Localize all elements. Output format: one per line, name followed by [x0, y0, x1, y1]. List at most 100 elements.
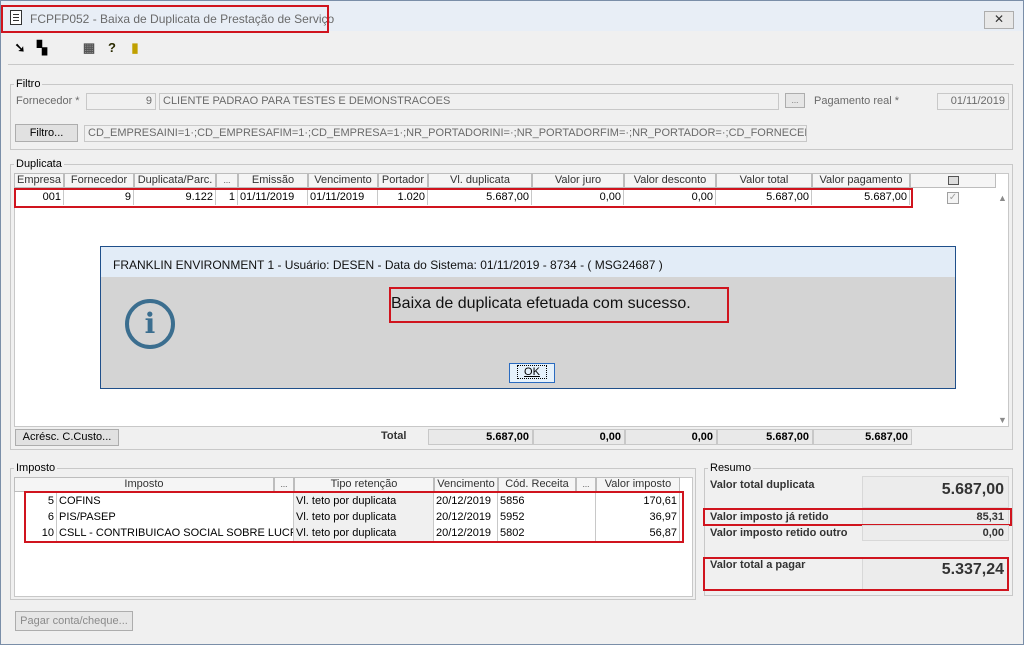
- close-button[interactable]: ✕: [984, 11, 1014, 29]
- col-fornecedor[interactable]: Fornecedor: [64, 173, 134, 188]
- fornecedor-name-field: CLIENTE PADRAO PARA TESTES E DEMONSTRACO…: [159, 93, 779, 110]
- total-duplicata-value: 5.687,00: [862, 476, 1009, 508]
- total-valor-desconto: 0,00: [625, 429, 717, 445]
- document-icon: [10, 10, 22, 25]
- filtro-button[interactable]: Filtro...: [15, 124, 78, 142]
- cell-venc: 20/12/2019: [434, 493, 498, 509]
- ok-label: OK: [517, 365, 547, 379]
- exit-icon[interactable]: ▮: [127, 40, 143, 56]
- cell-imposto-nome: CSLL - CONTRIBUICAO SOCIAL SOBRE LUCRO L: [59, 525, 294, 541]
- col-select[interactable]: [910, 173, 996, 188]
- calendar-icon[interactable]: ▦: [81, 40, 97, 56]
- duplicata-group-label: Duplicata: [14, 158, 64, 170]
- cell-vencimento: 01/11/2019: [308, 189, 378, 205]
- cell-venc: 20/12/2019: [434, 525, 498, 541]
- col-portador[interactable]: Portador: [378, 173, 428, 188]
- total-duplicata-label: Valor total duplicata: [710, 479, 815, 491]
- table-row[interactable]: 6 PIS/PASEP Vl. teto por duplicata 20/12…: [26, 509, 680, 525]
- cell-fornecedor: 9: [64, 189, 134, 205]
- total-label: Total: [381, 430, 407, 442]
- acresc-custo-button[interactable]: Acrésc. C.Custo...: [15, 429, 119, 446]
- cell-emissao: 01/11/2019: [238, 189, 308, 205]
- fornecedor-lookup-button[interactable]: ...: [785, 93, 805, 108]
- col-emissao[interactable]: Emissão: [238, 173, 308, 188]
- cell-valor: 36,97: [596, 509, 680, 525]
- resumo-group-label: Resumo: [708, 462, 753, 474]
- pagamento-field[interactable]: 01/11/2019: [937, 93, 1009, 110]
- cell-receita: 5856: [498, 493, 596, 509]
- col-valor-total[interactable]: Valor total: [716, 173, 812, 188]
- cell-valor-total: 5.687,00: [716, 189, 812, 205]
- pagamento-label: Pagamento real *: [814, 95, 899, 107]
- ok-button[interactable]: OK: [509, 363, 555, 383]
- arrow-first-icon[interactable]: ➘: [12, 40, 28, 56]
- col-parcela[interactable]: ...: [216, 173, 238, 188]
- col-vl-duplicata[interactable]: Vl. duplicata: [428, 173, 532, 188]
- toolbar-separator: [8, 64, 1014, 65]
- cell-tipo: Vl. teto por duplicata: [294, 493, 434, 509]
- arrow-nav-icon[interactable]: ▚: [34, 40, 50, 56]
- cell-valor: 56,87: [596, 525, 680, 541]
- table-row[interactable]: 5 COFINS Vl. teto por duplicata 20/12/20…: [26, 493, 680, 509]
- col-tipo-retencao[interactable]: Tipo retenção: [294, 477, 434, 492]
- cell-valor: 170,61: [596, 493, 680, 509]
- cell-duplicata: 9.122: [134, 189, 216, 205]
- col-receita-extra[interactable]: ...: [576, 477, 596, 492]
- fornecedor-code-field[interactable]: 9: [86, 93, 156, 110]
- cell-valor-juro: 0,00: [532, 189, 624, 205]
- dialog-message: Baixa de duplicata efetuada com sucesso.: [391, 295, 691, 312]
- total-vl-duplicata: 5.687,00: [428, 429, 533, 445]
- cell-imposto-cod: 6: [26, 509, 57, 525]
- col-duplicata[interactable]: Duplicata/Parc.: [134, 173, 216, 188]
- cell-parcela: 1: [216, 189, 238, 205]
- cell-valor-desconto: 0,00: [624, 189, 716, 205]
- total-pagar-label: Valor total a pagar: [710, 559, 806, 571]
- total-valor-total: 5.687,00: [717, 429, 813, 445]
- cell-tipo: Vl. teto por duplicata: [294, 525, 434, 541]
- cell-imposto-nome: PIS/PASEP: [57, 509, 294, 525]
- row-select-checkbox[interactable]: ✓: [947, 192, 959, 204]
- col-imposto-extra[interactable]: ...: [274, 477, 294, 492]
- window-title: FCPFP052 - Baixa de Duplicata de Prestaç…: [30, 12, 335, 26]
- cell-receita: 5802: [498, 525, 596, 541]
- imposto-outro-value: 0,00: [862, 525, 1009, 541]
- scroll-down-icon[interactable]: ▼: [998, 415, 1007, 425]
- message-dialog: FRANKLIN ENVIRONMENT 1 - Usuário: DESEN …: [100, 246, 956, 389]
- total-valor-juro: 0,00: [533, 429, 625, 445]
- table-row[interactable]: 001 9 9.122 1 01/11/2019 01/11/2019 1.02…: [14, 189, 912, 205]
- dialog-title: FRANKLIN ENVIRONMENT 1 - Usuário: DESEN …: [101, 247, 955, 277]
- col-valor-imposto[interactable]: Valor imposto: [596, 477, 680, 492]
- cell-receita: 5952: [498, 509, 596, 525]
- cell-empresa: 001: [14, 189, 64, 205]
- filtro-group-label: Filtro: [14, 78, 43, 90]
- cell-tipo: Vl. teto por duplicata: [294, 509, 434, 525]
- filtro-value-field: CD_EMPRESAINI=1·;CD_EMPRESAFIM=1·;CD_EMP…: [84, 125, 807, 142]
- scroll-up-icon[interactable]: ▲: [998, 193, 1007, 203]
- col-imposto-vencimento[interactable]: Vencimento: [434, 477, 498, 492]
- total-pagar-value: 5.337,24: [862, 558, 1009, 590]
- cell-vl-duplicata: 5.687,00: [428, 189, 532, 205]
- imposto-retido-value: 85,31: [862, 509, 1009, 525]
- col-valor-juro[interactable]: Valor juro: [532, 173, 624, 188]
- col-cod-receita[interactable]: Cód. Receita: [498, 477, 576, 492]
- info-icon: i: [125, 299, 175, 349]
- help-icon[interactable]: ?: [104, 40, 120, 56]
- cell-imposto-cod: 10: [26, 525, 57, 541]
- total-valor-pagamento: 5.687,00: [813, 429, 912, 445]
- imposto-group-label: Imposto: [14, 462, 58, 474]
- imposto-retido-label: Valor imposto já retido: [710, 511, 829, 523]
- table-row[interactable]: 10 CSLL - CONTRIBUICAO SOCIAL SOBRE LUCR…: [26, 525, 680, 541]
- imposto-outro-label: Valor imposto retido outro: [710, 527, 848, 539]
- col-empresa[interactable]: Empresa: [14, 173, 64, 188]
- cell-imposto-nome: COFINS: [57, 493, 294, 509]
- col-valor-pagamento[interactable]: Valor pagamento: [812, 173, 910, 188]
- cell-portador: 1.020: [378, 189, 428, 205]
- cell-valor-pagamento: 5.687,00: [812, 189, 910, 205]
- col-valor-desconto[interactable]: Valor desconto: [624, 173, 716, 188]
- cell-venc: 20/12/2019: [434, 509, 498, 525]
- col-vencimento[interactable]: Vencimento: [308, 173, 378, 188]
- cell-imposto-cod: 5: [26, 493, 57, 509]
- pagar-conta-button[interactable]: Pagar conta/cheque...: [15, 611, 133, 631]
- fornecedor-label: Fornecedor *: [16, 95, 80, 107]
- col-imposto[interactable]: Imposto: [14, 477, 274, 492]
